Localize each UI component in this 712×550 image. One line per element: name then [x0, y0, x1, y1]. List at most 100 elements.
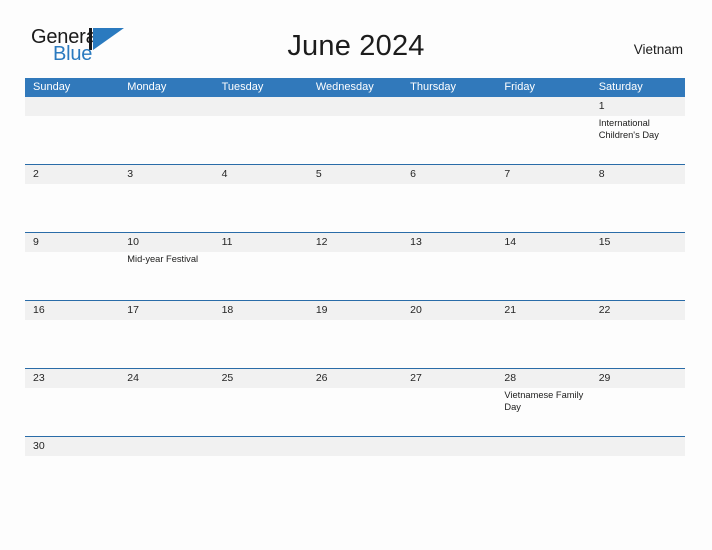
weekday-header-tuesday: Tuesday	[221, 81, 264, 93]
day-number: 19	[315, 304, 328, 316]
calendar-day-cell[interactable]: 12	[307, 233, 403, 300]
day-number: 20	[410, 304, 422, 316]
day-number-band	[496, 437, 591, 456]
day-events: Vietnamese Family Day	[496, 388, 590, 413]
calendar-day-cell[interactable]: 28 Vietnamese Family Day	[496, 369, 591, 436]
calendar-region-label: Vietnam	[633, 42, 683, 57]
calendar-day-cell[interactable]: 29	[590, 369, 685, 436]
calendar-day-cell-empty	[402, 437, 497, 456]
day-number: 14	[504, 236, 517, 248]
day-number: 28	[504, 372, 517, 384]
day-number: 10	[127, 236, 139, 248]
calendar-day-cell[interactable]: 10 Mid-year Festival	[119, 233, 214, 300]
calendar-day-cell-empty	[496, 97, 591, 164]
week-cells: 30	[25, 437, 685, 456]
week-cells: 9 10 Mid-year Festival 11 12 13 14 15	[25, 233, 685, 300]
weekday-header-thursday: Thursday	[410, 81, 456, 93]
calendar-day-cell[interactable]: 26	[307, 369, 403, 436]
calendar-day-cell[interactable]: 25	[213, 369, 308, 436]
calendar-day-cell[interactable]: 19	[307, 301, 403, 368]
calendar-day-cell[interactable]: 16	[25, 301, 120, 368]
day-number-band	[590, 437, 685, 456]
calendar-day-cell[interactable]: 20	[402, 301, 497, 368]
calendar-week-row: 23 24 25 26 27 28 Vietnamese Family Day 29	[25, 368, 685, 436]
day-number: 5	[315, 168, 322, 180]
day-number: 22	[598, 304, 611, 316]
week-cells: 16 17 18 19 20 21 22	[25, 301, 685, 368]
day-number: 4	[221, 168, 228, 180]
calendar-day-cell[interactable]: 9	[25, 233, 120, 300]
day-number: 24	[127, 372, 139, 384]
day-number: 1	[598, 100, 605, 112]
calendar-day-cell[interactable]: 4	[213, 165, 308, 232]
calendar-day-cell[interactable]: 5	[307, 165, 403, 232]
calendar-grid: Sunday Monday Tuesday Wednesday Thursday Frid…	[25, 78, 685, 456]
week-cells: 1 International Children's Day	[25, 97, 685, 164]
day-number: 16	[33, 304, 45, 316]
calendar-week-row: 1 International Children's Day	[25, 97, 685, 164]
day-events: International Children's Day	[591, 116, 685, 141]
day-events: Mid-year Festival	[119, 252, 213, 266]
calendar-day-cell[interactable]: 18	[213, 301, 308, 368]
calendar-day-cell[interactable]: 3	[119, 165, 214, 232]
calendar-day-cell-empty	[119, 97, 214, 164]
calendar-day-cell[interactable]: 11	[213, 233, 308, 300]
calendar-day-cell[interactable]: 24	[119, 369, 214, 436]
weekday-header-row: Sunday Monday Tuesday Wednesday Thursday Frid…	[25, 78, 685, 97]
day-number: 8	[598, 168, 605, 180]
calendar-day-cell-empty	[25, 97, 120, 164]
calendar-day-cell[interactable]: 27	[402, 369, 497, 436]
day-number-band	[307, 97, 403, 116]
day-number: 2	[33, 168, 39, 180]
calendar-day-cell-empty	[119, 437, 214, 456]
calendar-day-cell[interactable]: 23	[25, 369, 120, 436]
weekday-header-sunday: Sunday	[33, 81, 71, 93]
calendar-day-cell[interactable]: 2	[25, 165, 120, 232]
day-number: 12	[315, 236, 328, 248]
calendar-day-cell[interactable]: 15	[590, 233, 685, 300]
day-number-band	[25, 97, 120, 116]
day-number: 15	[598, 236, 611, 248]
calendar-day-cell[interactable]: 14	[496, 233, 591, 300]
calendar-day-cell-empty	[402, 97, 497, 164]
calendar-day-cell[interactable]: 6	[402, 165, 497, 232]
day-number: 6	[410, 168, 416, 180]
calendar-day-cell[interactable]: 8	[590, 165, 685, 232]
day-number-band	[213, 97, 308, 116]
day-number-band	[402, 97, 497, 116]
calendar-week-row: 9 10 Mid-year Festival 11 12 13 14 15	[25, 232, 685, 300]
day-number: 26	[315, 372, 328, 384]
day-number: 29	[598, 372, 611, 384]
day-number: 21	[504, 304, 517, 316]
calendar-day-cell[interactable]: 21	[496, 301, 591, 368]
calendar-day-cell[interactable]: 1 International Children's Day	[590, 97, 685, 164]
day-number-band	[496, 97, 591, 116]
calendar-day-cell-empty	[307, 437, 403, 456]
page-title: June 2024	[287, 30, 425, 62]
weekday-header-friday: Friday	[504, 81, 535, 93]
day-number: 23	[33, 372, 45, 384]
day-number-band	[119, 437, 214, 456]
week-cells: 2 3 4 5 6 7 8	[25, 165, 685, 232]
calendar-day-cell[interactable]: 7	[496, 165, 591, 232]
day-number-band	[119, 97, 214, 116]
calendar-day-cell-empty	[213, 437, 308, 456]
calendar-week-row: 16 17 18 19 20 21 22	[25, 300, 685, 368]
event-label: International Children's Day	[598, 118, 659, 140]
calendar-day-cell[interactable]: 13	[402, 233, 497, 300]
calendar-day-cell[interactable]: 30	[25, 437, 120, 456]
calendar-day-cell[interactable]: 22	[590, 301, 685, 368]
day-number: 18	[221, 304, 234, 316]
day-number: 17	[127, 304, 139, 316]
day-number-band	[402, 437, 497, 456]
calendar-day-cell-empty	[213, 97, 308, 164]
calendar-day-cell-empty	[307, 97, 403, 164]
day-number: 13	[410, 236, 422, 248]
day-number: 7	[504, 168, 511, 180]
page-header: General Blue June 2024 Vietnam	[0, 0, 712, 64]
day-number: 27	[410, 372, 422, 384]
calendar-day-cell[interactable]: 17	[119, 301, 214, 368]
weekday-header-wednesday: Wednesday	[315, 81, 374, 93]
weekday-header-saturday: Saturday	[598, 81, 643, 93]
event-label: Vietnamese Family Day	[504, 390, 584, 412]
